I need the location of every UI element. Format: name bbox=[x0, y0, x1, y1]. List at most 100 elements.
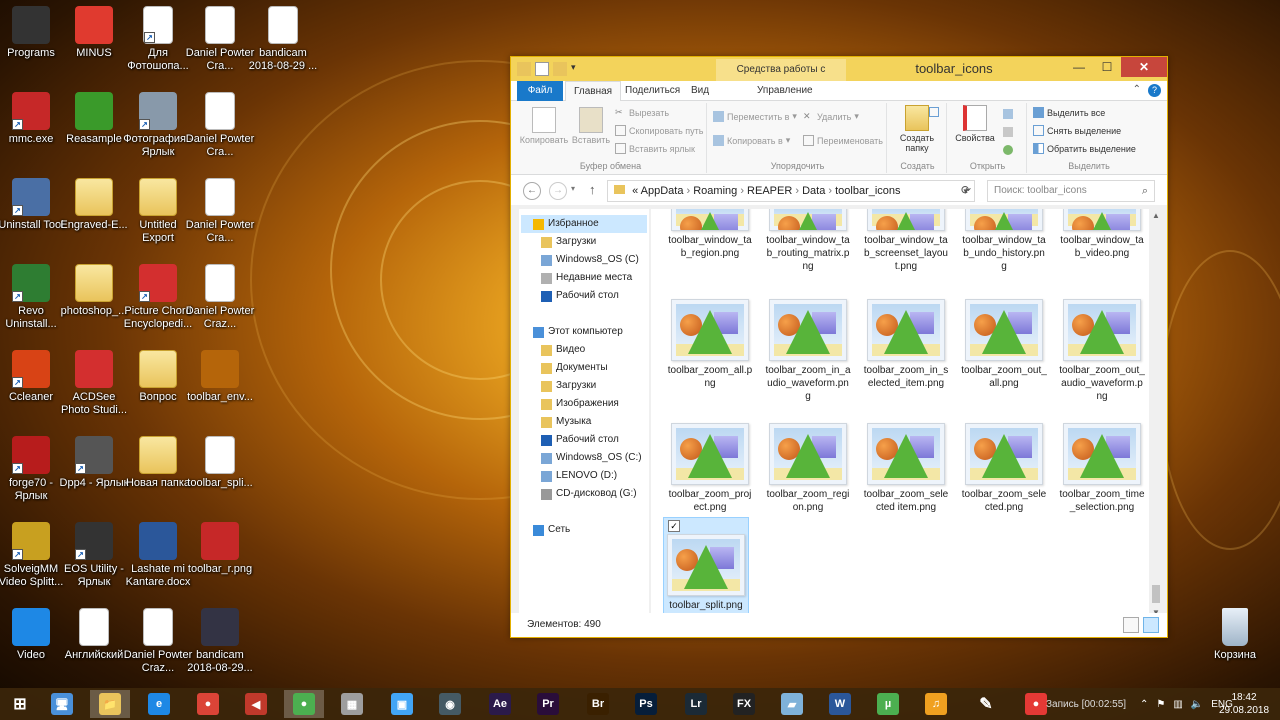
file-tile[interactable]: toolbar_window_tab_video.png bbox=[1059, 209, 1145, 260]
breadcrumb-item[interactable]: Data bbox=[802, 185, 825, 197]
breadcrumb-item[interactable]: AppData bbox=[641, 185, 684, 197]
desktop-icon-10[interactable]: Engraved-E... bbox=[59, 174, 129, 260]
desktop-icon-31[interactable]: Daniel Powter Craz... bbox=[123, 604, 193, 690]
file-tile[interactable]: toolbar_zoom_out_audio_waveform.png bbox=[1059, 299, 1145, 403]
desktop-icon-1[interactable]: MINUS bbox=[59, 2, 129, 88]
up-button[interactable]: ↑ bbox=[589, 182, 596, 197]
back-button[interactable]: ← bbox=[523, 182, 541, 200]
file-tile[interactable]: ✓ toolbar_split.png bbox=[663, 517, 749, 615]
nav-item[interactable]: Сеть bbox=[533, 521, 570, 539]
desktop-icon-13[interactable]: ↗ Revo Uninstall... bbox=[0, 260, 66, 346]
history-icon[interactable] bbox=[1003, 145, 1013, 155]
taskbar-computer[interactable]: 🖥 bbox=[42, 690, 82, 718]
taskbar-chrome[interactable]: ● bbox=[188, 690, 228, 718]
navigation-pane[interactable]: Избранное Загрузки Windows8_OS (C) Недавние… bbox=[519, 209, 649, 619]
nav-item[interactable]: LENOVO (D:) bbox=[541, 467, 617, 485]
desktop-icon-14[interactable]: photoshop_... bbox=[59, 260, 129, 346]
desktop-icon-32[interactable]: bandicam 2018-08-29... bbox=[185, 604, 255, 690]
scrollbar-thumb[interactable] bbox=[1152, 585, 1160, 603]
desktop-icon-2[interactable]: ↗ Для Фотошопа... bbox=[123, 2, 193, 88]
desktop-icon-29[interactable]: Video bbox=[0, 604, 66, 690]
nav-item[interactable]: Недавние места bbox=[541, 269, 632, 287]
desktop-icon-17[interactable]: ↗ Ccleaner bbox=[0, 346, 66, 432]
desktop-icon-23[interactable]: Новая папка bbox=[123, 432, 193, 518]
tab-share[interactable]: Поделиться bbox=[617, 81, 688, 101]
paste-button[interactable]: Вставить bbox=[569, 107, 613, 145]
chevron-right-icon[interactable]: › bbox=[792, 185, 802, 197]
file-tile[interactable]: toolbar_zoom_project.png bbox=[667, 423, 753, 514]
history-dropdown-icon[interactable]: ▾ bbox=[571, 184, 575, 193]
new-folder-small-icon[interactable] bbox=[553, 62, 567, 76]
desktop-icon-21[interactable]: ↗ forge70 - Ярлык bbox=[0, 432, 66, 518]
file-tile[interactable]: toolbar_zoom_time_selection.png bbox=[1059, 423, 1145, 514]
taskbar-tool-app[interactable]: ✎ bbox=[966, 690, 1006, 718]
desktop-icon-11[interactable]: Untitled Export bbox=[123, 174, 193, 260]
taskbar-utorrent[interactable]: µ bbox=[868, 690, 908, 718]
tab-view[interactable]: Вид bbox=[683, 81, 717, 101]
select-none-button[interactable]: Снять выделение bbox=[1033, 125, 1121, 136]
taskbar-lightroom[interactable]: Lr bbox=[676, 690, 716, 718]
large-icons-view-button[interactable] bbox=[1143, 617, 1159, 633]
taskbar-fx[interactable]: FX bbox=[724, 690, 764, 718]
chevron-right-icon[interactable]: › bbox=[737, 185, 747, 197]
cut-button[interactable]: ✂ Вырезать bbox=[615, 107, 669, 118]
desktop-icon-18[interactable]: ACDSee Photo Studi... bbox=[59, 346, 129, 432]
new-item-icon[interactable] bbox=[929, 107, 939, 117]
file-tile[interactable]: toolbar_window_tab_region.png bbox=[667, 209, 753, 260]
taskbar-control-panel[interactable]: ▣ bbox=[382, 690, 422, 718]
vertical-scrollbar[interactable]: ▲ ▼ bbox=[1149, 209, 1163, 619]
nav-item[interactable]: Рабочий стол bbox=[541, 431, 619, 449]
taskbar-start-button[interactable]: ⊞ bbox=[0, 690, 40, 718]
nav-item[interactable]: Этот компьютер bbox=[533, 323, 623, 341]
breadcrumb-item[interactable]: Roaming bbox=[693, 185, 737, 197]
title-bar[interactable]: ▾ Средства работы с рисунками toolbar_ic… bbox=[511, 57, 1167, 97]
taskbar-file-explorer[interactable]: 📁 bbox=[90, 690, 130, 718]
recycle-bin[interactable]: Корзина bbox=[1200, 604, 1270, 690]
desktop-icon-27[interactable]: Lashate mi Kantare.docx bbox=[123, 518, 193, 604]
desktop-icon-16[interactable]: Daniel Powter Craz... bbox=[185, 260, 255, 346]
taskbar-photoshop[interactable]: Ps bbox=[626, 690, 666, 718]
maximize-button[interactable]: ☐ bbox=[1093, 57, 1121, 77]
search-icon[interactable]: ⌕ bbox=[1142, 181, 1148, 201]
refresh-button[interactable]: ⟳ bbox=[961, 183, 971, 197]
file-tile[interactable]: toolbar_zoom_selected item.png bbox=[863, 423, 949, 514]
nav-item[interactable]: Рабочий стол bbox=[541, 287, 619, 305]
file-tile[interactable]: toolbar_zoom_in_selected_item.png bbox=[863, 299, 949, 390]
desktop-icon-15[interactable]: ↗ Picture Chord Encyclopedi... bbox=[123, 260, 193, 346]
tab-home[interactable]: Главная bbox=[565, 81, 622, 101]
open-icon[interactable] bbox=[1003, 109, 1013, 119]
tab-manage[interactable]: Управление bbox=[749, 81, 821, 101]
nav-item[interactable]: Избранное bbox=[521, 215, 647, 233]
move-to-button[interactable]: Переместить в ▾ bbox=[713, 111, 797, 122]
nav-item[interactable]: Видео bbox=[541, 341, 585, 359]
file-tile[interactable]: toolbar_zoom_all.png bbox=[667, 299, 753, 390]
taskbar-word[interactable]: W bbox=[820, 690, 860, 718]
desktop-icon-9[interactable]: ↗ Uninstall Tool bbox=[0, 174, 66, 260]
nav-item[interactable]: Windows8_OS (C) bbox=[541, 251, 639, 269]
breadcrumb-item[interactable]: toolbar_icons bbox=[835, 185, 900, 197]
close-button[interactable]: ✕ bbox=[1121, 57, 1167, 77]
file-list[interactable]: toolbar_window_tab_region.png toolbar_win… bbox=[651, 209, 1149, 619]
nav-item[interactable]: Изображения bbox=[541, 395, 619, 413]
edit-icon[interactable] bbox=[1003, 127, 1013, 137]
taskbar-chrome-app[interactable]: ● bbox=[284, 690, 324, 718]
scroll-up-icon[interactable]: ▲ bbox=[1152, 211, 1160, 220]
chevron-right-icon[interactable]: › bbox=[683, 185, 693, 197]
taskbar-reaper[interactable]: ◀ bbox=[236, 690, 276, 718]
selection-checkbox[interactable]: ✓ bbox=[668, 520, 680, 532]
invert-selection-button[interactable]: Обратить выделение bbox=[1033, 143, 1136, 154]
chevron-down-icon[interactable]: ▾ bbox=[571, 62, 585, 76]
taskbar-after-effects[interactable]: Ae bbox=[480, 690, 520, 718]
select-all-button[interactable]: Выделить все bbox=[1033, 107, 1105, 118]
flag-icon[interactable]: ⚑ bbox=[1156, 699, 1165, 710]
taskbar-app-tile[interactable]: ▰ bbox=[772, 690, 812, 718]
nav-item[interactable]: CD-дисковод (G:) bbox=[541, 485, 637, 503]
properties-small-icon[interactable] bbox=[535, 62, 549, 76]
help-icon[interactable]: ? bbox=[1148, 84, 1161, 97]
chevron-up-icon[interactable]: ⌃ bbox=[1140, 699, 1148, 710]
taskbar-internet-explorer[interactable]: e bbox=[139, 690, 179, 718]
minimize-button[interactable]: — bbox=[1065, 57, 1093, 77]
details-view-button[interactable] bbox=[1123, 617, 1139, 633]
desktop-icon-30[interactable]: Английский bbox=[59, 604, 129, 690]
rename-button[interactable]: Переименовать bbox=[803, 135, 883, 146]
